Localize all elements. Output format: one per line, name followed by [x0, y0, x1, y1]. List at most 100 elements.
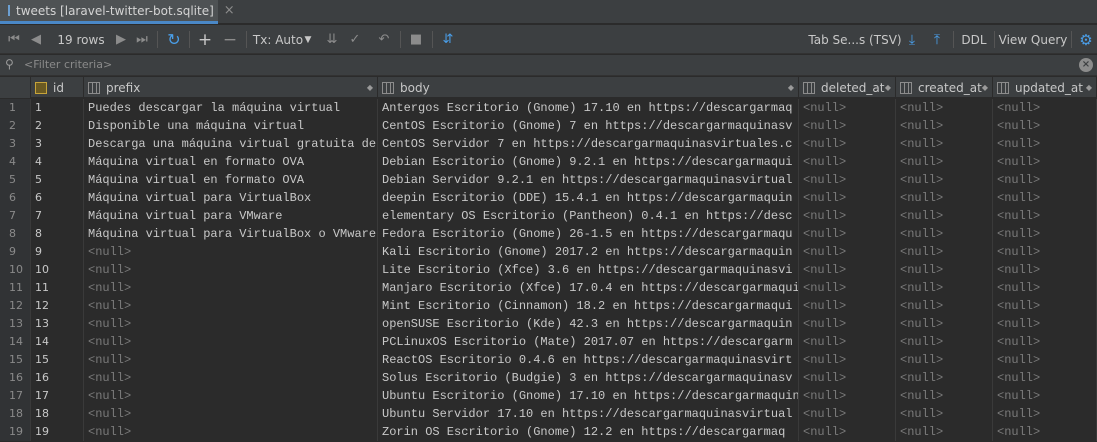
- cell-deleted-at[interactable]: <null>: [799, 297, 896, 315]
- cell-id[interactable]: 14: [31, 333, 84, 351]
- cell-prefix[interactable]: Máquina virtual para VMware: [84, 207, 378, 225]
- cell-updated-at[interactable]: <null>: [993, 369, 1097, 387]
- submit-icon[interactable]: ⇊: [322, 25, 342, 54]
- cell-body[interactable]: PCLinuxOS Escritorio (Mate) 2017.07 en h…: [378, 333, 799, 351]
- cell-updated-at[interactable]: <null>: [993, 387, 1097, 405]
- cell-created-at[interactable]: <null>: [896, 261, 993, 279]
- cell-body[interactable]: Ubuntu Servidor 17.10 en https://descarg…: [378, 405, 799, 423]
- table-row[interactable]: 16 16 <null> Solus Escritorio (Budgie) 3 en…: [0, 369, 1097, 387]
- cell-id[interactable]: 4: [31, 153, 84, 171]
- close-icon[interactable]: ×: [224, 3, 235, 18]
- chevron-down-icon[interactable]: ▼: [302, 25, 314, 54]
- cell-prefix[interactable]: <null>: [84, 333, 378, 351]
- cell-prefix[interactable]: <null>: [84, 423, 378, 441]
- cell-updated-at[interactable]: <null>: [993, 117, 1097, 135]
- cell-body[interactable]: Antergos Escritorio (Gnome) 17.10 en htt…: [378, 99, 799, 117]
- tab-tweets[interactable]: tweets [laravel-twitter-bot.sqlite] ×: [0, 0, 235, 24]
- cell-created-at[interactable]: <null>: [896, 207, 993, 225]
- cell-body[interactable]: CentOS Escritorio (Gnome) 7 en https://d…: [378, 117, 799, 135]
- ddl-button[interactable]: DDL: [960, 25, 988, 54]
- cell-created-at[interactable]: <null>: [896, 315, 993, 333]
- cell-body[interactable]: Kali Escritorio (Gnome) 2017.2 en https:…: [378, 243, 799, 261]
- table-row[interactable]: 19 19 <null> Zorin OS Escritorio (Gnome) 12…: [0, 423, 1097, 441]
- cell-id[interactable]: 11: [31, 279, 84, 297]
- cell-updated-at[interactable]: <null>: [993, 261, 1097, 279]
- cell-body[interactable]: Lite Escritorio (Xfce) 3.6 en https://de…: [378, 261, 799, 279]
- cell-deleted-at[interactable]: <null>: [799, 387, 896, 405]
- cell-updated-at[interactable]: <null>: [993, 189, 1097, 207]
- cell-deleted-at[interactable]: <null>: [799, 423, 896, 441]
- cell-created-at[interactable]: <null>: [896, 405, 993, 423]
- cell-deleted-at[interactable]: <null>: [799, 405, 896, 423]
- table-row[interactable]: 15 15 <null> ReactOS Escritorio 0.4.6 en ht…: [0, 351, 1097, 369]
- compare-icon[interactable]: ⇵: [437, 25, 459, 54]
- cell-deleted-at[interactable]: <null>: [799, 243, 896, 261]
- cell-updated-at[interactable]: <null>: [993, 153, 1097, 171]
- table-row[interactable]: 4 4 Máquina virtual en formato OVA Debian E…: [0, 153, 1097, 171]
- last-page-icon[interactable]: ⏭: [132, 25, 152, 54]
- cell-prefix[interactable]: <null>: [84, 369, 378, 387]
- view-query-button[interactable]: View Query: [999, 25, 1068, 54]
- cell-created-at[interactable]: <null>: [896, 297, 993, 315]
- cell-created-at[interactable]: <null>: [896, 423, 993, 441]
- cell-updated-at[interactable]: <null>: [993, 351, 1097, 369]
- cell-updated-at[interactable]: <null>: [993, 99, 1097, 117]
- cell-created-at[interactable]: <null>: [896, 153, 993, 171]
- cell-updated-at[interactable]: <null>: [993, 405, 1097, 423]
- cell-id[interactable]: 16: [31, 369, 84, 387]
- table-row[interactable]: 7 7 Máquina virtual para VMware elementary …: [0, 207, 1097, 225]
- table-row[interactable]: 6 6 Máquina virtual para VirtualBox deepin …: [0, 189, 1097, 207]
- cell-deleted-at[interactable]: <null>: [799, 351, 896, 369]
- cell-prefix[interactable]: Disponible una máquina virtual: [84, 117, 378, 135]
- sort-icon[interactable]: ◆: [788, 83, 794, 92]
- cell-created-at[interactable]: <null>: [896, 117, 993, 135]
- cell-deleted-at[interactable]: <null>: [799, 99, 896, 117]
- cell-id[interactable]: 17: [31, 387, 84, 405]
- table-row[interactable]: 3 3 Descarga una máquina virtual gratuita …: [0, 135, 1097, 153]
- cell-updated-at[interactable]: <null>: [993, 423, 1097, 441]
- cell-body[interactable]: Mint Escritorio (Cinnamon) 18.2 en https…: [378, 297, 799, 315]
- cell-id[interactable]: 13: [31, 315, 84, 333]
- delete-row-icon[interactable]: −: [220, 25, 240, 54]
- cell-prefix[interactable]: <null>: [84, 315, 378, 333]
- cell-id[interactable]: 5: [31, 171, 84, 189]
- cell-updated-at[interactable]: <null>: [993, 333, 1097, 351]
- cell-prefix[interactable]: <null>: [84, 243, 378, 261]
- cell-created-at[interactable]: <null>: [896, 387, 993, 405]
- download-icon[interactable]: ⤓: [901, 25, 923, 54]
- cell-updated-at[interactable]: <null>: [993, 225, 1097, 243]
- cell-body[interactable]: ReactOS Escritorio 0.4.6 en https://desc…: [378, 351, 799, 369]
- table-row[interactable]: 14 14 <null> PCLinuxOS Escritorio (Mate) 20…: [0, 333, 1097, 351]
- cell-deleted-at[interactable]: <null>: [799, 279, 896, 297]
- cell-id[interactable]: 2: [31, 117, 84, 135]
- table-row[interactable]: 1 1 Puedes descargar la máquina virtual Ant…: [0, 99, 1097, 117]
- cell-created-at[interactable]: <null>: [896, 225, 993, 243]
- cell-deleted-at[interactable]: <null>: [799, 261, 896, 279]
- table-row[interactable]: 10 10 <null> Lite Escritorio (Xfce) 3.6 en …: [0, 261, 1097, 279]
- column-header-prefix[interactable]: prefix ◆: [84, 77, 378, 98]
- cell-updated-at[interactable]: <null>: [993, 315, 1097, 333]
- previous-page-icon[interactable]: ◀: [26, 25, 46, 54]
- table-row[interactable]: 13 13 <null> openSUSE Escritorio (Kde) 42.3…: [0, 315, 1097, 333]
- table-row[interactable]: 12 12 <null> Mint Escritorio (Cinnamon) 18.…: [0, 297, 1097, 315]
- revert-icon[interactable]: ↶: [374, 25, 394, 54]
- cell-deleted-at[interactable]: <null>: [799, 207, 896, 225]
- cell-prefix[interactable]: Descarga una máquina virtual gratuita de: [84, 135, 378, 153]
- cell-deleted-at[interactable]: <null>: [799, 171, 896, 189]
- cell-body[interactable]: Ubuntu Escritorio (Gnome) 17.10 en https…: [378, 387, 799, 405]
- cell-id[interactable]: 19: [31, 423, 84, 441]
- row-count-selector[interactable]: 19 rows: [52, 25, 110, 54]
- cell-prefix[interactable]: <null>: [84, 279, 378, 297]
- cell-prefix[interactable]: <null>: [84, 387, 378, 405]
- cell-id[interactable]: 18: [31, 405, 84, 423]
- cell-deleted-at[interactable]: <null>: [799, 369, 896, 387]
- cell-deleted-at[interactable]: <null>: [799, 333, 896, 351]
- cell-body[interactable]: elementary OS Escritorio (Pantheon) 0.4.…: [378, 207, 799, 225]
- stop-icon[interactable]: ■: [406, 25, 426, 54]
- clear-filter-icon[interactable]: ×: [1079, 58, 1093, 72]
- table-row[interactable]: 9 9 <null> Kali Escritorio (Gnome) 2017.2 e…: [0, 243, 1097, 261]
- cell-created-at[interactable]: <null>: [896, 99, 993, 117]
- column-header-updated-at[interactable]: updated_at ◆: [993, 77, 1097, 98]
- cell-deleted-at[interactable]: <null>: [799, 117, 896, 135]
- cell-body[interactable]: deepin Escritorio (DDE) 15.4.1 en https:…: [378, 189, 799, 207]
